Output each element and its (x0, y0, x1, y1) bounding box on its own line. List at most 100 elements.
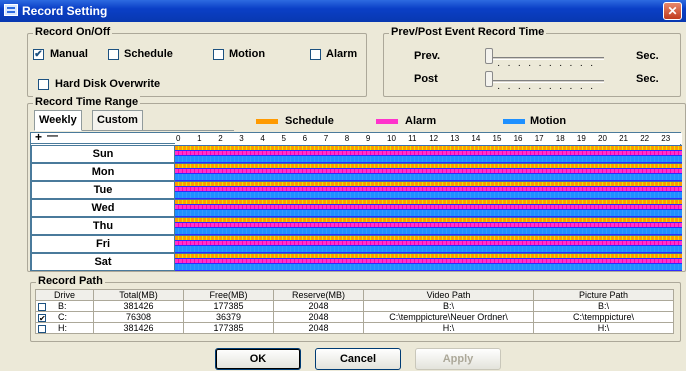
tab-weekly[interactable]: Weekly (34, 110, 82, 131)
day-label-fri[interactable]: Fri (31, 235, 175, 253)
day-schedule-bar-sun[interactable] (175, 145, 682, 163)
hdd-overwrite-checkbox[interactable] (38, 79, 49, 90)
cell-free: 36379 (183, 311, 274, 323)
drive-checkbox[interactable] (38, 302, 46, 311)
day-label-wed[interactable]: Wed (31, 199, 175, 217)
col-reserve[interactable]: Reserve(MB) (273, 289, 364, 301)
day-schedule-bar-tue[interactable] (175, 181, 682, 199)
tab-custom[interactable]: Custom (92, 110, 143, 130)
motion-checkbox[interactable] (213, 49, 224, 60)
day-label-thu[interactable]: Thu (31, 217, 175, 235)
hour-label: 22 (640, 134, 650, 143)
hour-label: 8 (344, 134, 350, 143)
post-slider-thumb[interactable] (485, 71, 493, 87)
title-bar[interactable]: Record Setting ✕ (0, 0, 686, 22)
cell-picture: H:\ (533, 322, 674, 334)
zoom-out-button[interactable]: — (47, 130, 58, 142)
schedule-checkbox[interactable] (108, 49, 119, 60)
cell-total: 381426 (93, 322, 184, 334)
cell-picture: C:\temppicture\ (533, 311, 674, 323)
hdd-overwrite-label: Hard Disk Overwrite (55, 78, 161, 90)
hour-label: 1 (197, 134, 202, 143)
post-slider-ticks: ·········· (497, 83, 601, 94)
hour-label: 20 (598, 134, 607, 143)
cell-total: 381426 (93, 300, 184, 312)
hour-label: 16 (513, 134, 523, 143)
legend-motion-label: Motion (530, 115, 567, 127)
day-label-tue[interactable]: Tue (31, 181, 175, 199)
day-schedule-bar-mon[interactable] (175, 163, 682, 181)
record-setting-window: Record Setting ✕ Record On/Off ✔ Manual … (0, 0, 686, 371)
record-path-title: Record Path (36, 275, 105, 287)
cancel-button[interactable]: Cancel (315, 348, 401, 370)
day-label-sun[interactable]: Sun (31, 145, 175, 163)
cell-total: 76308 (93, 311, 184, 323)
hour-label: 4 (260, 134, 265, 143)
hour-label: 21 (619, 134, 628, 143)
cell-video: B:\ (363, 300, 534, 312)
motion-label: Motion (229, 48, 266, 60)
cell-video: C:\temppicture\Neuer Ordner\ (363, 311, 534, 323)
cell-reserve: 2048 (273, 311, 364, 323)
prev-label: Prev. (414, 50, 441, 62)
hour-label: 17 (534, 134, 544, 143)
table-row[interactable]: B: 381426 177385 2048 B:\ B:\ (35, 300, 674, 312)
alarm-checkbox[interactable] (310, 49, 321, 60)
hour-label: 18 (555, 134, 565, 143)
hour-label: 10 (387, 134, 396, 143)
cell-free: 177385 (183, 300, 274, 312)
legend-schedule-label: Schedule (285, 115, 334, 127)
table-header-row: Drive Total(MB) Free(MB) Reserve(MB) Vid… (35, 289, 674, 301)
legend-schedule-swatch (256, 119, 278, 124)
day-schedule-bar-sat[interactable] (175, 253, 682, 271)
app-icon (4, 4, 18, 16)
hour-label: 19 (576, 134, 586, 143)
hour-label: 12 (429, 134, 439, 143)
day-schedule-bar-wed[interactable] (175, 199, 682, 217)
day-schedule-bar-thu[interactable] (175, 217, 682, 235)
legend-alarm-label: Alarm (405, 115, 437, 127)
prev-slider-ticks: ·········· (497, 60, 601, 71)
drive-letter: B: (58, 301, 67, 311)
hour-label: 11 (408, 134, 417, 143)
manual-checkbox[interactable]: ✔ (33, 49, 44, 60)
hour-label: 3 (239, 134, 244, 143)
alarm-label: Alarm (326, 48, 358, 60)
apply-button[interactable]: Apply (415, 348, 501, 370)
legend-motion-swatch (503, 119, 525, 124)
day-schedule-bar-fri[interactable] (175, 235, 682, 253)
col-picture-path[interactable]: Picture Path (533, 289, 674, 301)
drive-letter: C: (58, 312, 67, 322)
schedule-grid: + — 0 1 2 3 4 5 6 7 8 9 10 11 12 13 14 15 16 17 18 19 20 21 22… (30, 130, 682, 271)
hour-header: 0 1 2 3 4 5 6 7 8 9 10 11 12 13 14 15 16 17 18 19 20 21 22 23 (175, 133, 682, 144)
manual-label: Manual (50, 48, 88, 60)
hour-label: 15 (492, 134, 502, 143)
drive-checkbox[interactable]: ✔ (38, 313, 46, 322)
post-unit: Sec. (636, 73, 659, 85)
prev-slider-thumb[interactable] (485, 48, 493, 64)
ok-button[interactable]: OK (215, 348, 301, 370)
col-total[interactable]: Total(MB) (93, 289, 184, 301)
table-row[interactable]: H: 381426 177385 2048 H:\ H:\ (35, 322, 674, 334)
hour-label: 9 (365, 134, 371, 143)
drive-checkbox[interactable] (38, 324, 46, 333)
zoom-in-button[interactable]: + (35, 130, 42, 144)
legend-alarm-swatch (376, 119, 398, 124)
zoom-controls: + — (31, 130, 175, 144)
hour-label: 5 (281, 134, 286, 143)
tab-strip: Weekly Custom (34, 110, 234, 131)
col-drive[interactable]: Drive (35, 289, 94, 301)
close-button[interactable]: ✕ (663, 2, 682, 20)
day-label-sat[interactable]: Sat (31, 253, 175, 271)
hour-label: 2 (218, 134, 223, 143)
day-label-mon[interactable]: Mon (31, 163, 175, 181)
drive-letter: H: (58, 323, 67, 333)
col-video-path[interactable]: Video Path (363, 289, 534, 301)
prevpost-title: Prev/Post Event Record Time (389, 26, 547, 38)
schedule-label: Schedule (124, 48, 173, 60)
record-onoff-title: Record On/Off (33, 26, 113, 38)
cell-picture: B:\ (533, 300, 674, 312)
table-row[interactable]: ✔ C: 76308 36379 2048 C:\temppicture\Neuer Or… (35, 311, 674, 323)
window-title: Record Setting (22, 4, 108, 18)
col-free[interactable]: Free(MB) (183, 289, 274, 301)
